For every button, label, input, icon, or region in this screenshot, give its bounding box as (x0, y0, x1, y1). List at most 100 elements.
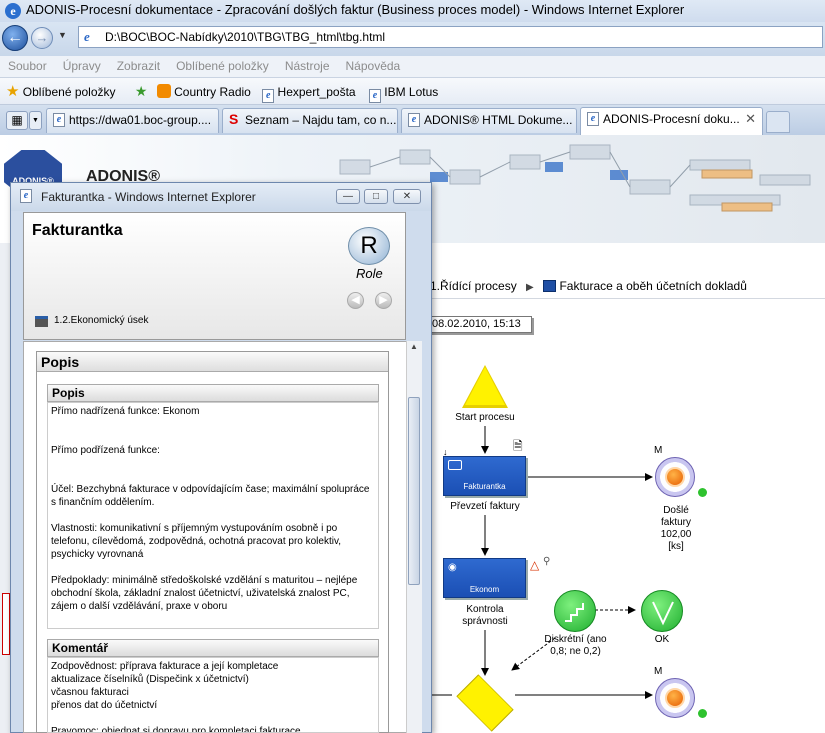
decision-label-line2: 0,8; ne 0,2) (550, 646, 601, 657)
eye-icon: ◉ (448, 562, 457, 573)
model-icon (543, 280, 557, 292)
task-label: Převzetí faktury (450, 501, 520, 512)
chevron-right-icon: ▶ (526, 282, 534, 293)
page-icon: e (262, 89, 275, 103)
favorites-button[interactable]: Oblíbené položky (23, 85, 116, 99)
task-prevzeti-faktury[interactable]: Fakturantka (443, 456, 526, 496)
tab-label: Seznam – Najdu tam, co n... (245, 113, 397, 127)
event-marker-m: M (654, 666, 663, 677)
address-url: D:\BOC\BOC-Nabídky\2010\TBG\TBG_html\tbg… (105, 30, 386, 44)
model-date: 08.02.2010, 15:13 (428, 316, 532, 333)
stairs-icon (565, 603, 584, 622)
komentar-heading: Komentář (47, 639, 379, 657)
check-v-icon (652, 601, 674, 626)
next-arrow-icon[interactable]: ▶ (375, 292, 392, 309)
ie-icon: e (20, 189, 32, 203)
tab-adonis-procesni[interactable]: e ADONIS-Procesní doku... ✕ (580, 107, 763, 135)
previous-arrow-icon[interactable]: ◀ (347, 292, 364, 309)
ie-logo-icon: e (5, 3, 21, 19)
ok-label: OK (654, 634, 670, 645)
page-icon: e (84, 29, 90, 44)
history-dropdown-icon[interactable]: ▼ (58, 30, 67, 40)
object-name: Fakturantka (32, 222, 123, 239)
event-label: Došlé faktury 102,00 [ks] (640, 505, 712, 553)
add-favorite-icon[interactable]: ★ (135, 83, 148, 99)
task-label-line2: správnosti (462, 616, 508, 627)
page-icon: e (368, 89, 381, 103)
tab-label: ADONIS-Procesní doku... (603, 112, 740, 126)
close-tab-icon[interactable]: ✕ (745, 108, 756, 130)
seznam-icon: S (229, 111, 239, 127)
org-unit-link[interactable]: 1.2.Ekonomický úsek (54, 315, 149, 326)
event-dosle-faktury[interactable] (655, 457, 695, 497)
popis-heading: Popis (47, 384, 379, 402)
breadcrumb-item-ridici-procesy[interactable]: 1.Řídící procesy (430, 279, 517, 293)
close-button[interactable]: ✕ (393, 189, 421, 204)
favorites-bar: ★ Oblíbené položky ★ Country Radio e Hex… (0, 78, 825, 105)
status-dot-icon (698, 488, 707, 497)
menu-file[interactable]: Soubor (8, 59, 47, 73)
favorite-link-hexpert[interactable]: Hexpert_pošta (278, 85, 356, 99)
back-button[interactable]: ← (2, 25, 28, 51)
breadcrumb-item-fakturace[interactable]: Fakturace a oběh účetních dokladů (559, 279, 746, 293)
new-tab-button[interactable] (766, 111, 790, 133)
menu-favorites[interactable]: Oblíbené položky (176, 59, 269, 73)
menu-bar: Soubor Úpravy Zobrazit Oblíbené položky Nást… (0, 56, 825, 78)
event-end[interactable] (655, 678, 695, 718)
scroll-up-icon[interactable]: ▲ (407, 342, 421, 356)
komentar-text: Zodpovědnost: příprava fakturace a její … (47, 657, 379, 733)
status-dot-icon (698, 709, 707, 718)
section-title: Popis (37, 352, 388, 372)
risk-triangle-icon: △ (530, 558, 540, 572)
tab-label: https://dwa01.boc-group.... (69, 113, 212, 127)
task-role-label: Ekonom (469, 585, 500, 594)
menu-view[interactable]: Zobrazit (117, 59, 160, 73)
window-title-bar: ADONIS-Procesní dokumentace - Zpracování… (0, 0, 825, 22)
favorite-link-country-radio[interactable]: Country Radio (174, 85, 251, 99)
breadcrumb: 1.Řídící procesy ▶ Fakturace a oběh účet… (420, 275, 825, 299)
favorites-star-icon[interactable]: ★ (6, 83, 19, 100)
event-marker-m: M (654, 445, 663, 456)
decision-node[interactable] (554, 590, 596, 632)
documents-icon: 🗎 (513, 439, 523, 453)
object-type-label: Role (356, 266, 383, 281)
minimize-button[interactable]: — (336, 189, 360, 204)
scrollbar-thumb[interactable] (408, 397, 420, 585)
page-icon: e (53, 113, 65, 127)
menu-edit[interactable]: Úpravy (63, 59, 101, 73)
window-title: ADONIS-Procesní dokumentace - Zpracování… (26, 2, 685, 17)
decision-label: Diskrétní (ano 0,8; ne 0,2) (533, 634, 618, 658)
event-value: 102,00 (660, 529, 692, 540)
tab-seznam[interactable]: S Seznam – Najdu tam, co n... (222, 108, 398, 133)
maximize-button[interactable]: □ (364, 189, 388, 204)
start-event-label: Start procesu (455, 412, 515, 423)
event-label-line2: faktury (660, 517, 691, 528)
magnifier-icon: ⚲ (543, 556, 551, 567)
decision-label-line1: Diskrétní (ano (544, 634, 607, 645)
popis-text: Přímo nadřízená funkce: Ekonom Přímo pod… (47, 402, 379, 629)
folder-icon (448, 460, 462, 470)
org-unit-icon (35, 316, 48, 327)
tab-dwa01[interactable]: e https://dwa01.boc-group.... (46, 108, 219, 133)
tab-adonis-html[interactable]: e ADONIS® HTML Dokume... (401, 108, 577, 133)
role-icon: R (348, 227, 390, 265)
event-label-line1: Došlé (663, 505, 689, 516)
task-label-line1: Kontrola (466, 604, 504, 615)
ie-icon: e (408, 113, 420, 127)
start-event-fill (465, 367, 505, 405)
favorite-link-ibm-lotus[interactable]: IBM Lotus (384, 85, 438, 99)
menu-help[interactable]: Nápověda (346, 59, 401, 73)
ie-icon: e (587, 112, 599, 126)
task-role-label: Fakturantka (463, 482, 506, 491)
quick-tabs-icon[interactable]: ▦ (6, 111, 28, 130)
menu-tools[interactable]: Nástroje (285, 59, 330, 73)
radio-icon (156, 84, 171, 98)
tab-list-dropdown-icon[interactable]: ▼ (29, 111, 42, 130)
address-bar[interactable]: D:\BOC\BOC-Nabídky\2010\TBG\TBG_html\tbg… (78, 26, 823, 48)
forward-button[interactable]: → (31, 27, 53, 49)
ok-node[interactable] (641, 590, 683, 632)
tab-label: ADONIS® HTML Dokume... (424, 113, 573, 127)
task-kontrola-spravnosti[interactable]: ◉ Ekonom (443, 558, 526, 598)
selection-marker (2, 593, 10, 655)
event-unit: [ks] (668, 541, 684, 552)
